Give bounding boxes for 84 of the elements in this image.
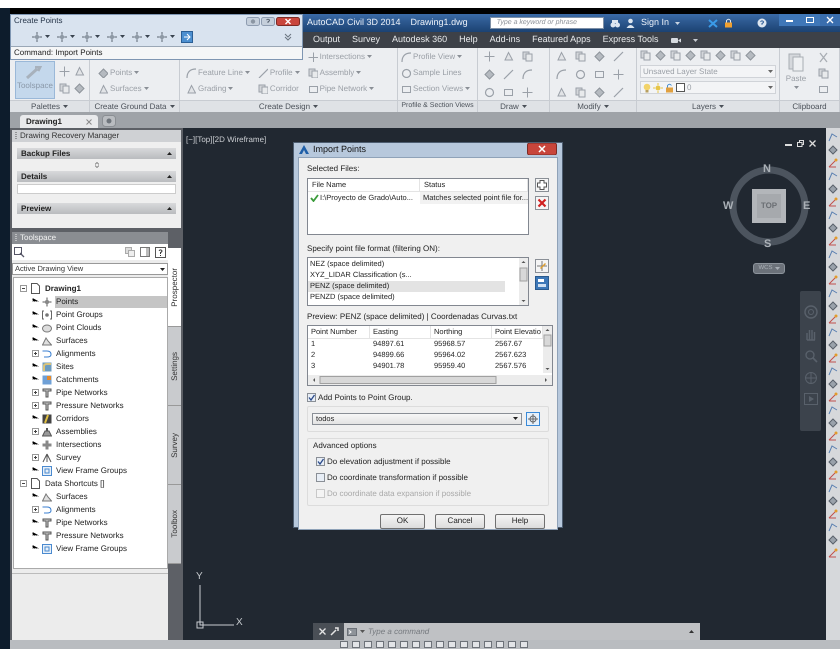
tree-item[interactable]: Pipe Networks	[55, 516, 167, 528]
section-title: Backup Files	[21, 148, 70, 160]
ribbon-tab[interactable]: Add-ins	[490, 33, 520, 47]
ribbon-tab[interactable]: Survey	[352, 33, 380, 47]
panel-title: Drawing Recovery Manager	[20, 130, 120, 142]
tree-item[interactable]: Pipe Networks	[55, 386, 167, 398]
tree-item[interactable]: Intersections	[55, 438, 167, 450]
panel-title-bar[interactable]: Create Ground Data	[90, 100, 179, 112]
button-label: Toolspace	[16, 80, 54, 92]
side-tab[interactable]: Toolbox	[168, 485, 181, 564]
section-title: Details	[21, 170, 48, 182]
panel-title-bar[interactable]: Create Design	[180, 100, 397, 112]
button-label: Paste	[786, 73, 806, 85]
dialog-button[interactable]: Cancel	[435, 514, 485, 528]
compass-letter[interactable]: W	[723, 198, 734, 214]
panel-title: Create Design	[258, 100, 310, 112]
ribbon-tab[interactable]: Featured Apps	[532, 33, 591, 47]
compass-letter[interactable]: S	[764, 236, 772, 252]
placeholder-text: Type a command	[368, 626, 430, 638]
tree-item[interactable]: Pressure Networks	[55, 400, 167, 412]
panel-title: Modify	[577, 100, 601, 112]
dialog-button[interactable]: OK	[380, 514, 425, 528]
tree-item[interactable]: Survey	[55, 452, 167, 464]
tab-label: Drawing1	[26, 116, 62, 128]
tree-item[interactable]: Point Groups	[55, 308, 167, 320]
field-label: Preview: PENZ (space delimited) | Coordenadas Curvas.txt	[307, 310, 518, 322]
tree-item[interactable]: Assemblies	[55, 426, 167, 438]
dialog-button[interactable]: Help	[495, 514, 545, 528]
compass-letter[interactable]: E	[803, 198, 810, 214]
checkbox-label: Do coordinate transformation if possible	[327, 472, 468, 484]
file-name: Drawing1.dwg	[410, 16, 468, 30]
ribbon-tab[interactable]: Output	[313, 33, 340, 47]
field-label: Specify point file format (filtering ON):	[307, 242, 441, 254]
section-header[interactable]: Details	[17, 171, 176, 182]
checkbox-label: Do coordinate data expansion if possible	[327, 488, 472, 500]
compass-letter[interactable]: N	[763, 161, 771, 178]
panel-title: Create Ground Data	[94, 100, 167, 112]
axis-label: X	[236, 616, 243, 630]
panel-title: Palettes	[31, 100, 60, 112]
ribbon-tab[interactable]: Express Tools	[602, 33, 659, 47]
group-title: Advanced options	[313, 440, 378, 452]
panel-title-bar[interactable]: Clipboard	[780, 100, 839, 112]
field-label: Selected Files:	[307, 162, 360, 174]
tree-item[interactable]: View Frame Groups	[55, 542, 167, 554]
panel-title: Draw	[500, 100, 519, 112]
panel-title: Layers	[692, 100, 716, 112]
section-header[interactable]: Backup Files	[17, 148, 176, 159]
viewport-controls[interactable]: [−][Top][2D Wireframe]	[186, 134, 266, 146]
side-tab[interactable]: Prospector	[168, 248, 181, 327]
tree-item[interactable]: Points	[55, 296, 167, 308]
section-header[interactable]: Preview	[17, 203, 176, 214]
tree-item[interactable]: Pressure Networks	[55, 530, 167, 542]
tree-item[interactable]: Catchments	[55, 374, 167, 386]
panel-title-bar[interactable]: Draw	[478, 100, 549, 112]
ribbon-tab[interactable]: Help	[459, 33, 478, 47]
panel-title-bar[interactable]: Modify	[550, 100, 636, 112]
side-tab[interactable]: Survey	[168, 406, 181, 485]
toolbar-title: Create Points	[14, 15, 62, 27]
dialog-title: Import Points	[313, 143, 366, 156]
checkbox-label: Add Points to Point Group.	[318, 392, 413, 404]
tree-item[interactable]: Sites	[55, 360, 167, 372]
section-title: Preview	[21, 202, 52, 214]
cube-face-label: TOP	[757, 194, 781, 218]
document-tab[interactable]: Drawing1	[20, 115, 98, 128]
command-prompt-text: Command: Import Points	[14, 47, 102, 59]
panel-title-bar[interactable]: Layers	[637, 100, 779, 112]
side-tab[interactable]: Settings	[168, 327, 181, 406]
tree-item[interactable]: View Frame Groups	[55, 464, 167, 476]
tree-item[interactable]: Alignments	[55, 348, 167, 360]
tree-item[interactable]: Point Clouds	[55, 322, 167, 334]
sign-in-link[interactable]: Sign In	[640, 16, 669, 30]
tree-item[interactable]: Drawing1	[44, 282, 82, 294]
app-title: AutoCAD Civil 3D 2014	[307, 16, 401, 30]
tree-item[interactable]: Corridors	[55, 412, 167, 424]
axis-label: Y	[196, 570, 203, 584]
ribbon-tab[interactable]: Autodesk 360	[392, 33, 448, 47]
panel-title: Clipboard	[792, 100, 827, 112]
panel-title-bar[interactable]: Palettes	[10, 100, 89, 112]
tree-item[interactable]: Surfaces	[55, 334, 167, 346]
checkbox-label: Do elevation adjustment if possible	[327, 456, 451, 468]
panel-title: Toolspace	[20, 232, 56, 244]
tree-item[interactable]: Surfaces	[55, 490, 167, 502]
tree-item[interactable]: Data Shortcuts []	[44, 478, 106, 490]
tree-item[interactable]: Alignments	[55, 504, 167, 516]
